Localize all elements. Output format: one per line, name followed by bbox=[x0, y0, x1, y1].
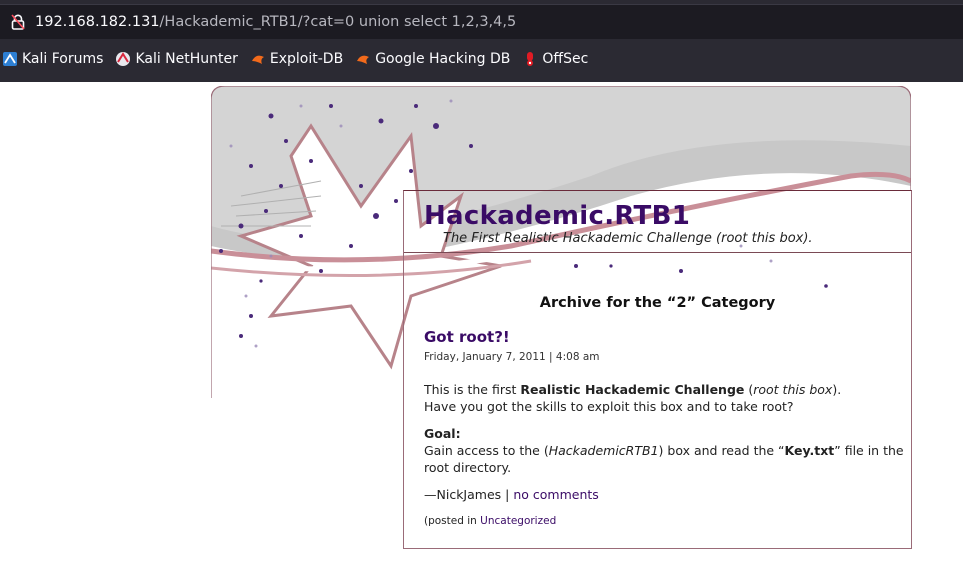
url-text[interactable]: 192.168.182.131/Hackademic_RTB1/?cat=0 u… bbox=[35, 14, 516, 30]
bookmark-kali-forums[interactable]: Kali Forums bbox=[2, 51, 103, 67]
offsec-icon bbox=[527, 52, 534, 66]
content-box: Hackademic.RTB1 The First Realistic Hack… bbox=[403, 190, 912, 549]
intro-text: ). bbox=[832, 382, 842, 397]
post: Got root?! Friday, January 7, 2011 | 4:0… bbox=[424, 329, 904, 540]
byline-separator: | bbox=[501, 487, 514, 502]
kali-dragon-icon bbox=[3, 52, 17, 66]
intro-line2: Have you got the skills to exploit this … bbox=[424, 399, 794, 414]
bookmark-label: Google Hacking DB bbox=[375, 51, 511, 67]
bookmark-label: Kali Forums bbox=[22, 51, 104, 67]
comments-link[interactable]: no comments bbox=[513, 487, 598, 502]
header-divider bbox=[404, 252, 911, 253]
intro-text: ( bbox=[744, 382, 754, 397]
bookmark-label: OffSec bbox=[542, 51, 589, 67]
goal-italic: HackademicRTB1 bbox=[548, 443, 659, 458]
post-date: Friday, January 7, 2011 | 4:08 am bbox=[424, 351, 600, 363]
intro-text: This is the first bbox=[424, 382, 521, 397]
archive-heading: Archive for the “2” Category bbox=[539, 295, 776, 311]
bookmark-kali-nethunter[interactable]: Kali NetHunter bbox=[115, 51, 238, 67]
goal-text: ) box and read the “ bbox=[658, 443, 785, 458]
site-title[interactable]: Hackademic.RTB1 bbox=[424, 201, 690, 231]
url-path: /Hackademic_RTB1/?cat=0 union select 1,2… bbox=[159, 14, 517, 30]
bookmark-label: Exploit-DB bbox=[269, 51, 344, 67]
bookmark-label: Kali NetHunter bbox=[135, 51, 238, 67]
web-page: Hackademic.RTB1 The First Realistic Hack… bbox=[0, 82, 963, 569]
bookmark-offsec[interactable]: OffSec bbox=[522, 51, 588, 67]
goal-label: Goal: bbox=[424, 426, 461, 441]
browser-chrome: 192.168.182.131/Hackademic_RTB1/?cat=0 u… bbox=[0, 0, 963, 82]
goal-bold: Key.txt bbox=[784, 443, 835, 458]
bookmark-google-hacking-db[interactable]: Google Hacking DB bbox=[355, 51, 510, 67]
bookmark-exploit-db[interactable]: Exploit-DB bbox=[250, 51, 343, 67]
post-intro: This is the first Realistic Hackademic C… bbox=[424, 381, 904, 415]
intro-bold: Realistic Hackademic Challenge bbox=[520, 382, 745, 397]
goal-text: Gain access to the ( bbox=[424, 443, 549, 458]
bookmarks-toolbar: Kali Forums Kali NetHunter Exploit-DB Go… bbox=[0, 44, 963, 74]
url-host: 192.168.182.131 bbox=[35, 14, 160, 30]
post-author: —NickJames bbox=[424, 487, 502, 502]
nethunter-icon bbox=[116, 52, 131, 66]
ghdb-icon bbox=[357, 55, 370, 64]
intro-italic: root this box bbox=[753, 382, 833, 397]
post-goal: Goal: Gain access to the (HackademicRTB1… bbox=[424, 425, 904, 476]
posted-in-label: (posted in bbox=[424, 515, 481, 527]
post-category-line: (posted in Uncategorized bbox=[424, 513, 904, 530]
post-title-link[interactable]: Got root?! bbox=[424, 328, 510, 346]
post-byline: —NickJames | no comments bbox=[424, 486, 904, 503]
post-title[interactable]: Got root?! bbox=[424, 329, 904, 346]
site-description: The First Realistic Hackademic Challenge… bbox=[443, 231, 813, 246]
url-bar[interactable]: 192.168.182.131/Hackademic_RTB1/?cat=0 u… bbox=[0, 4, 963, 39]
category-link[interactable]: Uncategorized bbox=[480, 515, 556, 527]
insecure-lock-icon bbox=[11, 14, 25, 30]
exploitdb-icon bbox=[251, 55, 264, 64]
